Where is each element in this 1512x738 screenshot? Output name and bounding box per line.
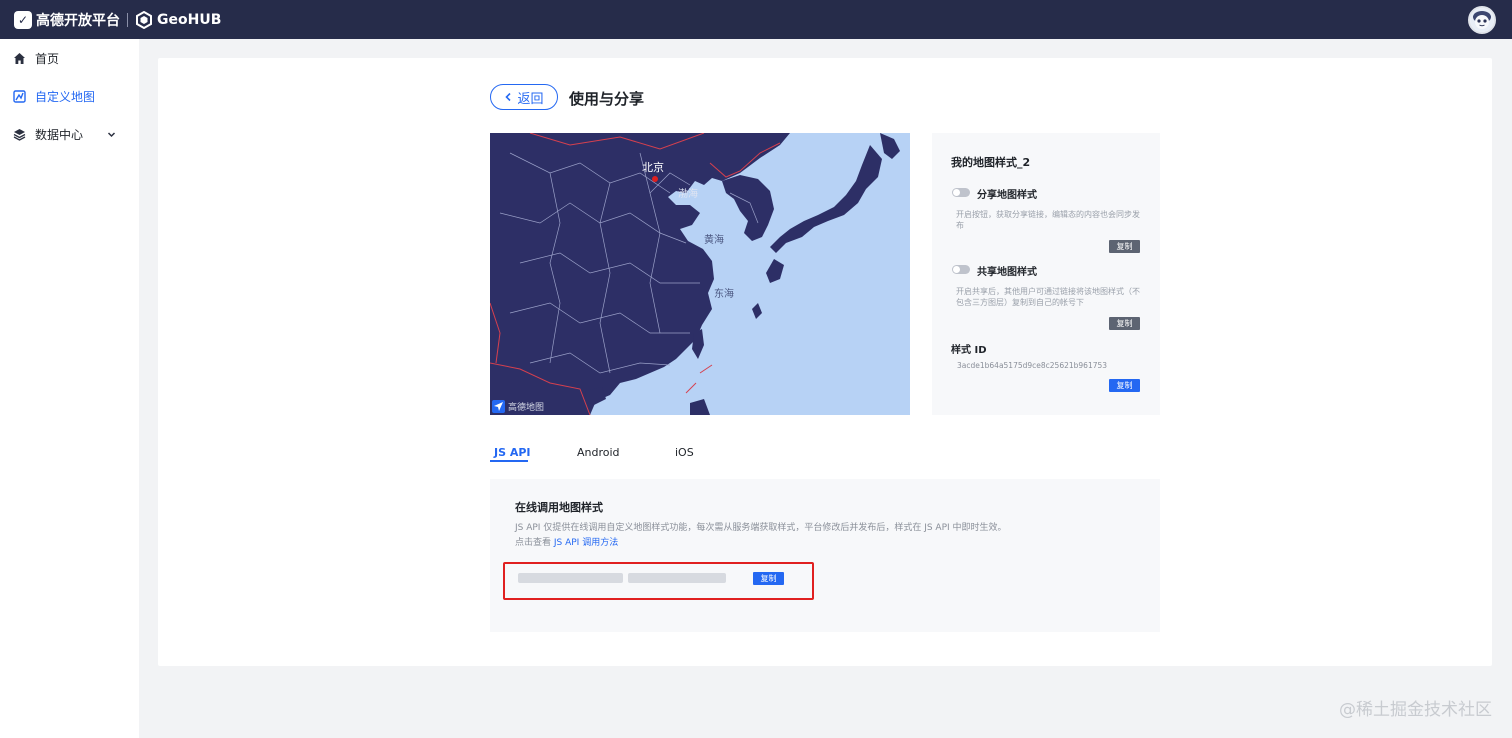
map-label-bohai: 渤海 bbox=[678, 187, 698, 200]
layers-icon bbox=[13, 128, 26, 141]
js-api-doc-prefix: 点击查看 bbox=[515, 538, 554, 548]
copy-style-id-button[interactable]: 复制 bbox=[1109, 379, 1140, 392]
copy-co-share-link-button[interactable]: 复制 bbox=[1109, 317, 1140, 330]
tab-ios[interactable]: iOS bbox=[675, 446, 694, 459]
copy-share-link-button[interactable]: 复制 bbox=[1109, 240, 1140, 253]
sidebar: 首页 自定义地图 数据中心 bbox=[0, 39, 139, 738]
geohub-logo-icon bbox=[136, 10, 152, 29]
map-label-yellow-sea: 黄海 bbox=[704, 233, 724, 246]
map-canvas: 北京 渤海 黄海 东海 bbox=[490, 133, 910, 415]
page-title: 使用与分享 bbox=[569, 90, 645, 108]
share-style-toggle[interactable] bbox=[952, 188, 970, 197]
sidebar-item-custom-map[interactable]: 自定义地图 bbox=[0, 84, 139, 108]
product-name: GeoHUB bbox=[157, 11, 222, 28]
co-share-style-toggle[interactable] bbox=[952, 265, 970, 274]
map-attribution: 高德地图 bbox=[492, 400, 544, 413]
amap-navigation-icon bbox=[492, 400, 505, 413]
tab-android[interactable]: Android bbox=[577, 446, 620, 459]
logo-divider bbox=[127, 12, 128, 27]
style-name: 我的地图样式_2 bbox=[951, 156, 1031, 169]
share-style-description: 开启按钮，获取分享链接，编辑态的内容也会同步发布 bbox=[956, 210, 1140, 230]
brand-name: 高德开放平台 bbox=[36, 12, 120, 29]
sidebar-item-label: 数据中心 bbox=[35, 127, 84, 142]
js-api-section-title: 在线调用地图样式 bbox=[515, 501, 603, 514]
active-tab-indicator bbox=[490, 460, 528, 462]
back-button[interactable]: 返回 bbox=[490, 84, 558, 110]
style-id-label: 样式 ID bbox=[951, 345, 987, 356]
site-watermark: @稀土掘金技术社区 bbox=[1339, 700, 1492, 720]
chevron-down-icon bbox=[107, 131, 116, 137]
highlight-box bbox=[503, 562, 814, 600]
co-share-style-description: 开启共享后，其他用户可通过链接将该地图样式（不包含三方图层）复制到自己的帐号下 bbox=[956, 287, 1140, 307]
top-navigation-bar: ✓ 高德开放平台 GeoHUB bbox=[0, 0, 1512, 39]
style-info-card bbox=[932, 133, 1160, 415]
beijing-marker bbox=[652, 176, 658, 182]
map-label-beijing: 北京 bbox=[642, 160, 664, 174]
back-button-label: 返回 bbox=[517, 91, 544, 107]
co-share-style-label: 共享地图样式 bbox=[977, 267, 1037, 278]
chevron-left-icon bbox=[505, 92, 512, 102]
style-id-value: 3acde1b64a5175d9ce8c25621b961753 bbox=[957, 361, 1108, 370]
sidebar-item-label: 首页 bbox=[35, 51, 60, 66]
tab-js-api[interactable]: JS API bbox=[494, 446, 531, 459]
js-api-doc-line: 点击查看 JS API 调用方法 bbox=[515, 535, 618, 548]
sidebar-item-home[interactable]: 首页 bbox=[0, 46, 139, 70]
map-label-east-sea: 东海 bbox=[714, 287, 734, 300]
amap-logo-icon: ✓ bbox=[14, 10, 32, 29]
map-preview[interactable]: 北京 渤海 黄海 东海 高德地图 bbox=[490, 133, 910, 415]
home-icon bbox=[14, 52, 25, 64]
js-api-section-description: JS API 仅提供在线调用自定义地图样式功能，每次需从服务端获取样式，平台修改… bbox=[515, 523, 1007, 533]
js-api-doc-link[interactable]: JS API 调用方法 bbox=[554, 538, 618, 548]
avatar-icon bbox=[1470, 8, 1494, 32]
sidebar-item-data-center[interactable]: 数据中心 bbox=[0, 122, 139, 146]
brand-logo[interactable]: ✓ 高德开放平台 GeoHUB bbox=[14, 10, 221, 30]
share-style-label: 分享地图样式 bbox=[977, 190, 1037, 201]
sidebar-item-label: 自定义地图 bbox=[35, 89, 96, 104]
map-attribution-text: 高德地图 bbox=[508, 403, 545, 413]
custom-map-icon bbox=[13, 89, 26, 103]
user-avatar[interactable] bbox=[1468, 6, 1496, 34]
